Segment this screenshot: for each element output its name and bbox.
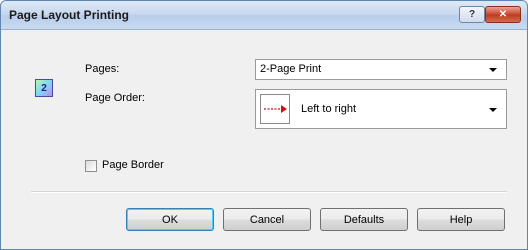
page-border-checkbox[interactable]	[85, 160, 97, 172]
page-layout-dialog: Page Layout Printing ? ✕ 2 Pages: 2-Page…	[0, 0, 528, 250]
page-layout-icon-glyph: 2	[41, 82, 47, 94]
close-icon: ✕	[498, 9, 508, 20]
left-to-right-icon	[260, 94, 290, 124]
chevron-down-icon	[489, 68, 497, 72]
separator	[31, 191, 507, 193]
title-bar[interactable]: Page Layout Printing ? ✕	[1, 1, 527, 30]
ok-button[interactable]: OK	[126, 208, 214, 231]
chevron-down-icon	[489, 108, 497, 112]
close-button[interactable]: ✕	[485, 6, 521, 23]
window-title: Page Layout Printing	[9, 8, 130, 22]
cancel-button[interactable]: Cancel	[223, 208, 311, 231]
pages-select-value: 2-Page Print	[260, 63, 322, 75]
help-icon: ?	[468, 9, 476, 20]
page-order-label: Page Order:	[85, 92, 145, 104]
page-order-select-value: Left to right	[301, 103, 357, 115]
pages-label: Pages:	[85, 63, 120, 75]
help-button[interactable]: Help	[417, 208, 505, 231]
page-layout-icon: 2	[35, 79, 53, 97]
page-border-label[interactable]: Page Border	[102, 159, 164, 171]
help-titlebar-button[interactable]: ?	[459, 6, 485, 23]
page-order-select[interactable]: Left to right	[255, 89, 507, 129]
pages-select[interactable]: 2-Page Print	[255, 59, 507, 80]
defaults-button[interactable]: Defaults	[320, 208, 408, 231]
left-to-right-arrow-icon	[264, 105, 287, 113]
